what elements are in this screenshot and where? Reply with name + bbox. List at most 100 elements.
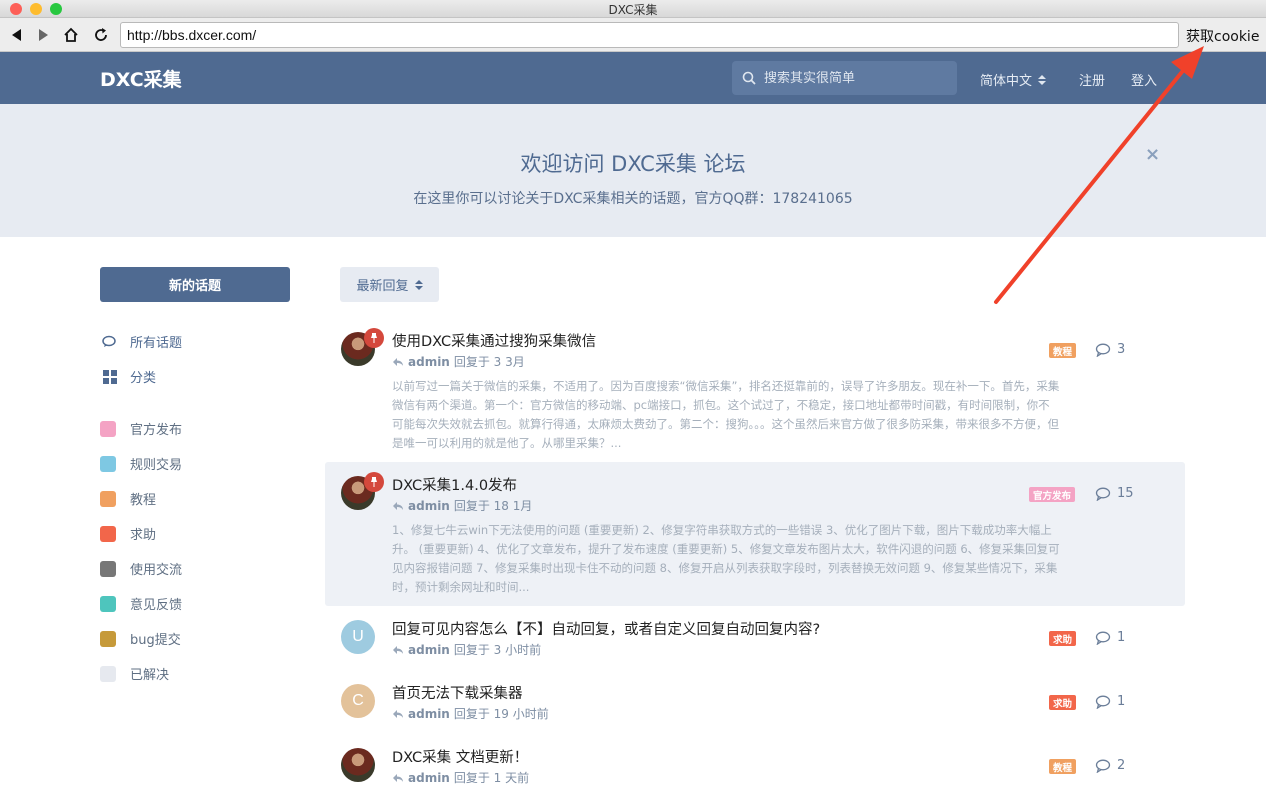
back-button[interactable] [6, 23, 28, 47]
topic-row[interactable]: DXC采集 文档更新！ admin 回复于 1 天前 教程 2 [325, 734, 1185, 798]
hero-close-button[interactable]: × [1145, 144, 1160, 165]
tag-color-swatch [100, 525, 116, 542]
sort-label: 最新回复 [356, 279, 409, 294]
reply-count-value: 2 [1117, 758, 1126, 773]
tag-color-swatch [100, 560, 116, 577]
tag-help[interactable]: 求助 [100, 524, 156, 543]
forward-button[interactable] [32, 23, 54, 47]
tag-label: 已解决 [130, 668, 170, 683]
tag-official[interactable]: 官方发布 [100, 419, 182, 438]
topic-reply-time: 回复于 19 小时前 [453, 707, 549, 721]
new-topic-button[interactable]: 新的话题 [100, 267, 290, 302]
reload-button[interactable] [90, 23, 112, 47]
tag-color-swatch [100, 490, 116, 507]
hero-subtitle: 在这里你可以讨论关于DXC采集相关的话题，官方QQ群：178241065 [413, 191, 853, 207]
topic-meta: admin 回复于 3 小时前 [392, 641, 541, 658]
comment-icon [1095, 487, 1111, 501]
comment-icon [1095, 759, 1111, 773]
topic-title[interactable]: DXC采集1.4.0发布 [392, 474, 517, 495]
topic-reply-time: 回复于 3 3月 [453, 355, 525, 369]
tag-color-swatch [100, 665, 116, 682]
reply-count-value: 3 [1117, 342, 1126, 357]
topic-row[interactable]: 使用DXC采集通过搜狗采集微信 admin 回复于 3 3月 以前写过一篇关于微… [325, 318, 1185, 456]
comment-icon [1095, 695, 1111, 709]
topic-title[interactable]: 首页无法下载采集器 [392, 682, 523, 703]
welcome-hero: 欢迎访问 DXC采集 论坛 在这里你可以讨论关于DXC采集相关的话题，官方QQ群… [0, 104, 1266, 237]
reply-count[interactable]: 1 [1095, 630, 1125, 645]
search-input[interactable] [764, 70, 944, 86]
reply-count[interactable]: 15 [1095, 486, 1134, 501]
avatar[interactable]: U [341, 620, 375, 654]
tag-color-swatch [100, 420, 116, 437]
sort-caret-icon [414, 279, 423, 290]
window-titlebar: DXC采集 [0, 0, 1266, 18]
topic-author[interactable]: admin [408, 355, 450, 369]
topic-author[interactable]: admin [408, 643, 450, 657]
site-logo[interactable]: DXC采集 [100, 65, 182, 92]
tag-color-swatch [100, 595, 116, 612]
topic-meta: admin 回复于 1 天前 [392, 769, 529, 786]
topic-title[interactable]: 回复可见内容怎么【不】自动回复，或者自定义回复自动回复内容? [392, 618, 820, 639]
reply-count[interactable]: 1 [1095, 694, 1125, 709]
login-link[interactable]: 登入 [1131, 70, 1157, 89]
topic-tag-badge[interactable]: 教程 [1049, 343, 1077, 358]
tag-label: 求助 [130, 528, 157, 543]
tag-label: 官方发布 [130, 423, 183, 438]
tag-feedback[interactable]: 意见反馈 [100, 594, 182, 613]
reply-icon [393, 357, 403, 366]
comment-icon [1095, 631, 1111, 645]
get-cookie-button[interactable]: 获取cookie [1186, 26, 1259, 46]
pin-icon [364, 328, 384, 348]
back-arrow-icon [12, 29, 21, 41]
language-selector[interactable]: 简体中文 [980, 70, 1047, 89]
address-bar[interactable]: http://bbs.dxcer.com/ [120, 22, 1179, 48]
topic-author[interactable]: admin [408, 499, 450, 513]
topic-reply-time: 回复于 3 小时前 [453, 643, 542, 657]
reply-icon [393, 501, 403, 510]
tag-usage[interactable]: 使用交流 [100, 559, 182, 578]
reply-icon [393, 645, 403, 654]
reply-icon [393, 709, 403, 718]
topic-excerpt: 以前写过一篇关于微信的采集，不适用了。因为百度搜索“微信采集”，排名还挺靠前的，… [392, 379, 1060, 450]
topic-title[interactable]: DXC采集 文档更新！ [392, 746, 528, 767]
topic-reply-time: 回复于 18 1月 [453, 499, 533, 513]
home-button[interactable] [60, 23, 82, 47]
comments-icon [102, 335, 116, 347]
avatar[interactable] [341, 748, 375, 782]
tag-solved[interactable]: 已解决 [100, 664, 169, 683]
tag-tutorial[interactable]: 教程 [100, 489, 156, 508]
nav-all-topics[interactable]: 所有话题 [102, 332, 182, 351]
search-icon [742, 71, 756, 85]
topic-tag-badge[interactable]: 官方发布 [1029, 487, 1076, 502]
sort-caret-icon [1038, 74, 1047, 85]
browser-toolbar: http://bbs.dxcer.com/ 获取cookie [0, 18, 1266, 52]
reply-count-value: 15 [1117, 486, 1134, 501]
tag-label: 规则交易 [130, 458, 183, 473]
topic-tag-badge[interactable]: 求助 [1049, 631, 1077, 646]
tag-label: bug提交 [130, 633, 181, 648]
search-box[interactable] [732, 61, 957, 95]
topic-meta: admin 回复于 3 3月 [392, 353, 525, 370]
topic-author[interactable]: admin [408, 707, 450, 721]
grid-icon [103, 369, 117, 384]
pin-icon [364, 472, 384, 492]
topic-author[interactable]: admin [408, 771, 450, 785]
window-title: DXC采集 [608, 3, 658, 17]
reply-count[interactable]: 2 [1095, 758, 1125, 773]
tag-bug[interactable]: bug提交 [100, 629, 181, 648]
topic-row[interactable]: DXC采集1.4.0发布 admin 回复于 18 1月 1、修复七牛云win下… [325, 462, 1185, 606]
topic-tag-badge[interactable]: 教程 [1049, 759, 1077, 774]
reply-count[interactable]: 3 [1095, 342, 1125, 357]
nav-categories[interactable]: 分类 [102, 367, 156, 386]
topic-tag-badge[interactable]: 求助 [1049, 695, 1077, 710]
avatar[interactable]: C [341, 684, 375, 718]
home-icon [64, 27, 78, 42]
topic-row[interactable]: C 首页无法下载采集器 admin 回复于 19 小时前 求助 1 [325, 670, 1185, 734]
topic-title[interactable]: 使用DXC采集通过搜狗采集微信 [392, 330, 596, 351]
sort-dropdown[interactable]: 最新回复 [340, 267, 439, 302]
register-link[interactable]: 注册 [1079, 70, 1105, 89]
reply-count-value: 1 [1117, 630, 1126, 645]
topic-row[interactable]: U 回复可见内容怎么【不】自动回复，或者自定义回复自动回复内容? admin 回… [325, 606, 1185, 670]
tag-label: 使用交流 [130, 563, 183, 578]
tag-rule-trading[interactable]: 规则交易 [100, 454, 182, 473]
